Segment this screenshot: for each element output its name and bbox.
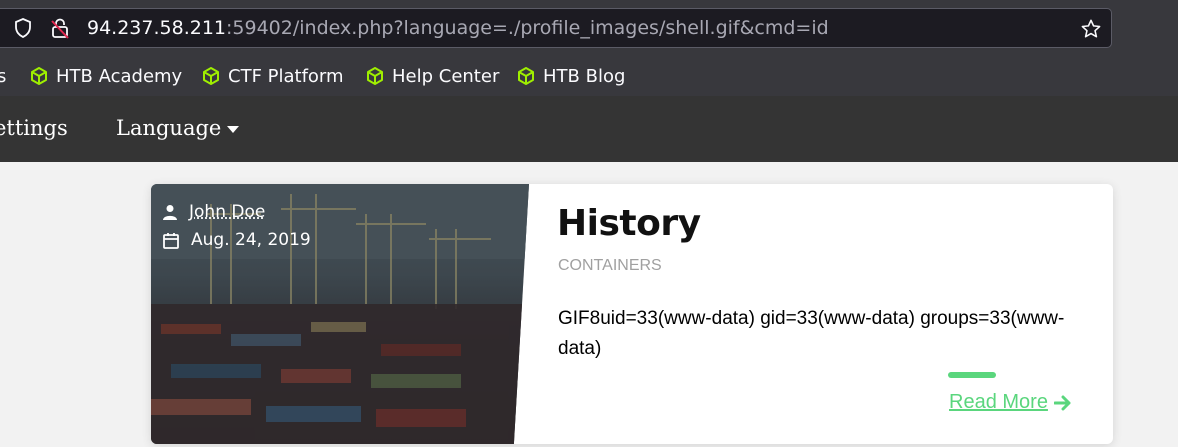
user-icon: [163, 205, 177, 220]
cube-icon: [518, 67, 534, 85]
post-category: CONTAINERS: [558, 257, 662, 274]
post-author: John Doe: [163, 202, 265, 222]
bookmark-label: Help Center: [392, 65, 500, 87]
post-image: John Doe Aug. 24, 2019: [151, 184, 529, 444]
calendar-icon: [163, 232, 179, 249]
bookmark-ctf-platform[interactable]: CTF Platform: [201, 65, 344, 87]
url-text[interactable]: 94.237.58.211:59402/index.php?language=.…: [87, 17, 829, 39]
date-text: Aug. 24, 2019: [191, 230, 311, 250]
nav-language-label: Language: [116, 116, 222, 140]
address-bar[interactable]: 94.237.58.211:59402/index.php?language=.…: [0, 8, 1112, 48]
insecure-lock-icon[interactable]: [50, 17, 70, 39]
bookmarks-toolbar: s HTB Academy CTF Platform Help Center H…: [0, 56, 1178, 96]
post-date: Aug. 24, 2019: [163, 230, 311, 250]
bookmark-label: HTB Blog: [543, 65, 626, 87]
site-navbar: ettings Language: [0, 96, 1178, 162]
shield-icon[interactable]: [14, 18, 32, 38]
bookmark-label: s: [0, 65, 7, 87]
author-link[interactable]: John Doe: [189, 202, 265, 222]
browser-toolbar: 94.237.58.211:59402/index.php?language=.…: [0, 0, 1178, 56]
post-title: History: [557, 203, 701, 244]
read-more-link[interactable]: Read More: [949, 391, 1072, 414]
bookmark-label: CTF Platform: [228, 65, 344, 87]
bookmark-item[interactable]: s: [0, 65, 6, 87]
bookmark-htb-blog[interactable]: HTB Blog: [516, 65, 625, 87]
accent-bar: [948, 372, 996, 378]
bookmark-htb-academy[interactable]: HTB Academy: [29, 65, 182, 87]
read-more-label: Read More: [949, 391, 1048, 413]
post-body: GIF8uid=33(www-data) gid=33(www-data) gr…: [558, 308, 1065, 359]
nav-language-dropdown[interactable]: Language: [116, 114, 240, 142]
cube-icon: [367, 67, 383, 85]
nav-settings-link[interactable]: ettings: [0, 114, 68, 142]
container-port-illustration: [151, 184, 529, 444]
bookmark-help-center[interactable]: Help Center: [365, 65, 499, 87]
cube-icon: [31, 67, 47, 85]
url-path: :59402/index.php?language=./profile_imag…: [226, 17, 829, 39]
bookmark-label: HTB Academy: [56, 65, 183, 87]
caret-down-icon: [227, 126, 240, 133]
bookmark-star-icon[interactable]: [1080, 18, 1102, 40]
nav-settings-label: ettings: [0, 116, 68, 140]
url-host: 94.237.58.211: [87, 17, 227, 39]
cube-icon: [203, 67, 219, 85]
blog-card: John Doe Aug. 24, 2019 History CONTAINER…: [151, 184, 1113, 444]
arrow-right-icon: [1053, 395, 1071, 410]
